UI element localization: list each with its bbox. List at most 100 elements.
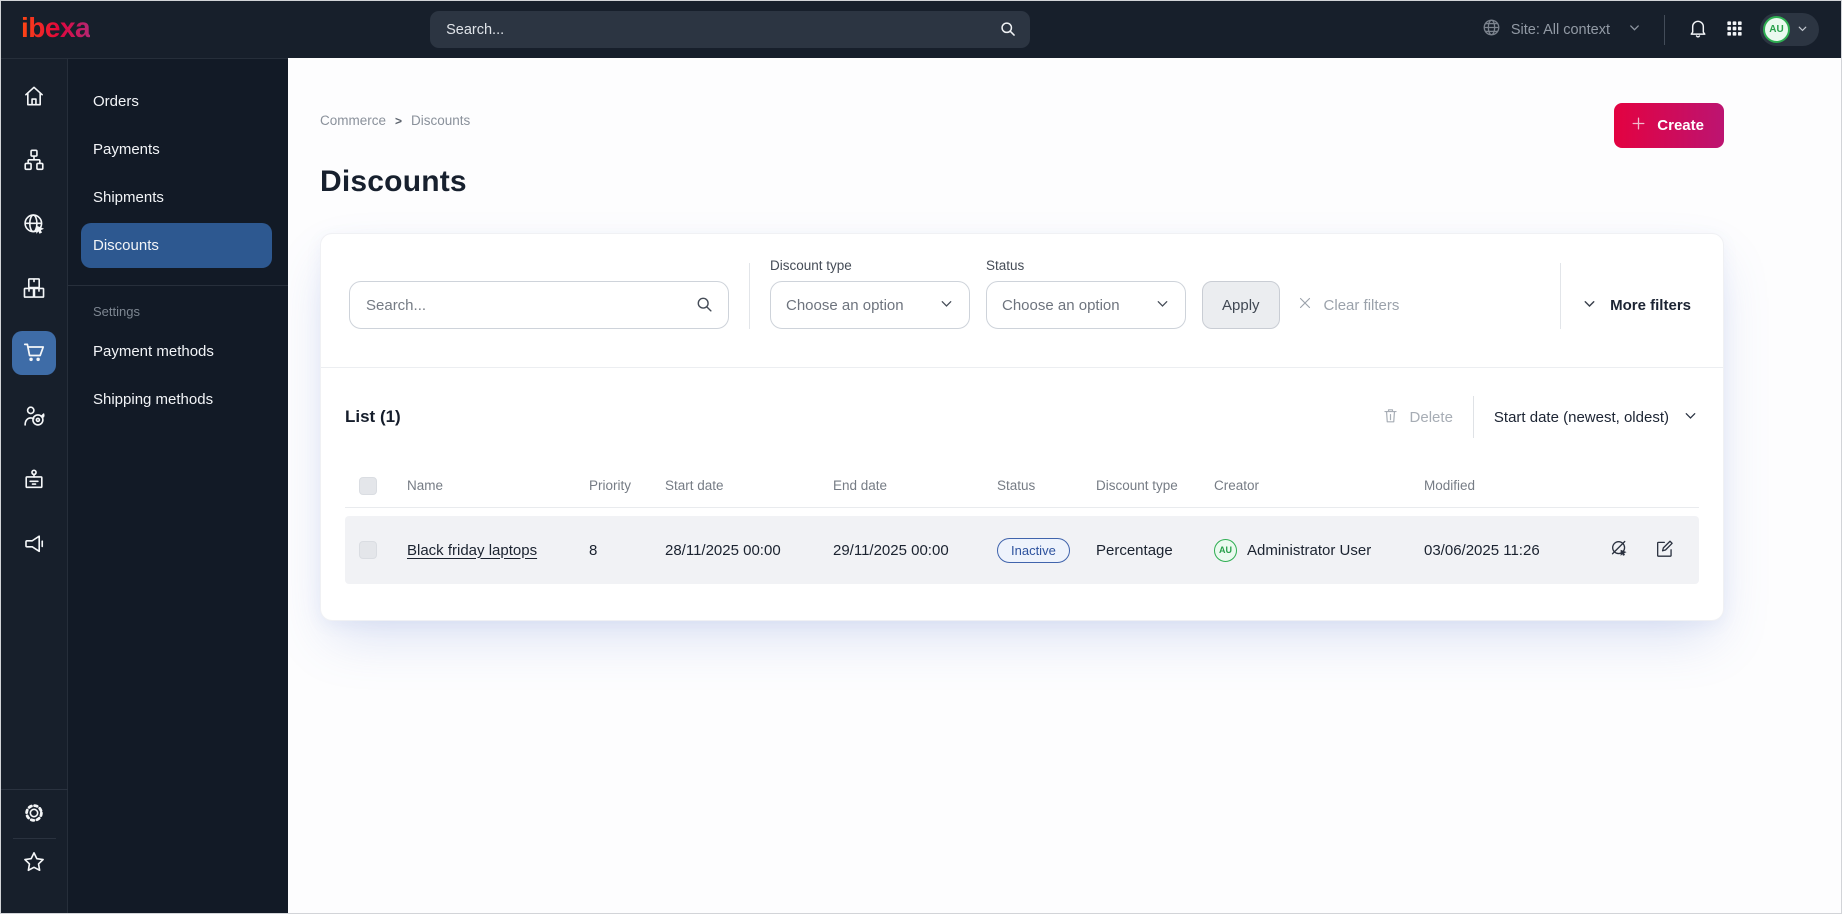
sidebar-item-payment-methods[interactable]: Payment methods xyxy=(81,329,272,374)
main-content: Commerce > Discounts Create Discounts Se… xyxy=(288,58,1841,913)
more-filters-button[interactable]: More filters xyxy=(1581,281,1695,329)
notifications-button[interactable] xyxy=(1687,17,1709,42)
status-value: Choose an option xyxy=(1002,296,1120,314)
row-checkbox[interactable] xyxy=(359,541,377,559)
list-title: List (1) xyxy=(345,407,401,426)
select-all-checkbox[interactable] xyxy=(359,476,377,495)
site-context-selector[interactable]: Site: All context xyxy=(1481,17,1642,42)
nav-marketing[interactable] xyxy=(12,523,56,567)
list-controls-divider xyxy=(1472,396,1474,438)
creator-avatar: AU xyxy=(1214,538,1237,562)
clear-filters-label: Clear filters xyxy=(1323,296,1400,314)
nav-site[interactable] xyxy=(12,203,56,247)
user-avatar: AU xyxy=(1763,16,1790,43)
menu-section-label: Settings xyxy=(93,304,140,319)
chevron-down-icon xyxy=(1581,295,1598,316)
app-switcher-button[interactable] xyxy=(1725,19,1744,41)
globe-icon xyxy=(1481,17,1502,42)
bell-icon xyxy=(1687,17,1709,42)
start-date-cell: 28/11/2025 00:00 xyxy=(665,541,781,559)
create-button[interactable]: Create xyxy=(1614,103,1724,148)
sidebar-item-payments[interactable]: Payments xyxy=(81,127,272,172)
priority-cell: 8 xyxy=(589,541,598,559)
clear-filters-button[interactable]: Clear filters xyxy=(1296,281,1400,329)
list-section: List (1) Delete Start date (newest, olde… xyxy=(321,368,1723,620)
sidebar-item-label: Payment methods xyxy=(93,343,214,360)
sidebar-item-label: Shipping methods xyxy=(93,391,214,408)
global-search xyxy=(430,11,1031,48)
user-menu-button[interactable]: AU xyxy=(1760,13,1819,46)
column-header-status: Status xyxy=(997,478,1036,493)
column-header-modified: Modified xyxy=(1424,478,1476,493)
creator-name: Administrator User xyxy=(1247,541,1372,559)
nav-content-tree[interactable] xyxy=(12,139,56,183)
chevron-down-icon xyxy=(1796,22,1809,38)
plus-icon xyxy=(1630,115,1647,136)
sidebar-item-shipping-methods[interactable]: Shipping methods xyxy=(81,377,272,422)
nav-products[interactable] xyxy=(12,267,56,311)
sidebar-item-label: Payments xyxy=(93,141,160,158)
status-select[interactable]: Choose an option xyxy=(986,281,1186,329)
status-label: Status xyxy=(986,258,1025,273)
grid-icon xyxy=(1725,19,1744,41)
discount-name-link[interactable]: Black friday laptops xyxy=(407,542,537,559)
filter-search xyxy=(349,281,729,329)
ibexa-logo: ibexa xyxy=(21,13,91,46)
creator-cell: AU Administrator User xyxy=(1214,538,1424,562)
global-search-input[interactable] xyxy=(430,11,1031,48)
column-header-end-date: End date xyxy=(833,478,888,493)
sort-label: Start date (newest, oldest) xyxy=(1493,408,1669,426)
breadcrumb-discounts: Discounts xyxy=(411,113,471,128)
breadcrumb-commerce[interactable]: Commerce xyxy=(320,113,386,128)
page-title: Discounts xyxy=(320,165,467,198)
edit-icon xyxy=(1654,538,1675,562)
delete-button[interactable]: Delete xyxy=(1381,406,1453,429)
cart-icon xyxy=(21,339,47,368)
id-badge-icon xyxy=(21,467,47,496)
filter-bar: Discount type Choose an option Status Ch… xyxy=(321,234,1723,367)
end-date-cell: 29/11/2025 00:00 xyxy=(833,541,949,559)
discount-type-label: Discount type xyxy=(770,258,852,273)
more-filters-label: More filters xyxy=(1610,296,1691,314)
chevron-down-icon xyxy=(1154,295,1171,316)
apply-button[interactable]: Apply xyxy=(1202,281,1280,329)
nav-corporate[interactable] xyxy=(12,459,56,503)
gear-icon xyxy=(21,800,47,829)
edit-button[interactable] xyxy=(1654,538,1675,562)
site-context-label: Site: All context xyxy=(1510,21,1610,38)
discount-type-select[interactable]: Choose an option xyxy=(770,281,970,329)
chevron-down-icon xyxy=(1627,20,1642,39)
column-header-priority: Priority xyxy=(589,478,632,493)
nav-commerce[interactable] xyxy=(12,331,56,375)
close-icon xyxy=(1296,294,1314,316)
table-row: Black friday laptops 8 28/11/2025 00:00 … xyxy=(345,516,1699,584)
globe-slash-cursor-icon xyxy=(1609,538,1630,562)
column-header-creator: Creator xyxy=(1214,478,1260,493)
filter-search-input[interactable] xyxy=(349,281,729,329)
nav-admin-settings[interactable] xyxy=(12,792,56,836)
nav-customers[interactable] xyxy=(12,395,56,439)
nav-dashboard[interactable] xyxy=(12,75,56,119)
rail-divider xyxy=(12,838,56,839)
boxes-icon xyxy=(21,275,47,304)
deactivate-preview-button[interactable] xyxy=(1609,538,1630,562)
nav-bookmarks[interactable] xyxy=(12,841,56,885)
breadcrumb-separator: > xyxy=(395,113,403,128)
sidebar-item-label: Orders xyxy=(93,93,139,110)
star-icon xyxy=(21,849,47,878)
sort-selector[interactable]: Start date (newest, oldest) xyxy=(1494,407,1699,428)
sidebar-item-orders[interactable]: Orders xyxy=(81,79,272,124)
megaphone-icon xyxy=(21,531,47,560)
rail-divider xyxy=(1,789,68,790)
column-header-discount-type: Discount type xyxy=(1096,478,1178,493)
row-actions xyxy=(1609,538,1699,562)
discount-type-cell: Percentage xyxy=(1096,541,1173,559)
sitemap-icon xyxy=(21,147,47,176)
sidebar-item-shipments[interactable]: Shipments xyxy=(81,175,272,220)
sidebar-item-discounts[interactable]: Discounts xyxy=(81,223,272,268)
table-header: Name Priority Start date End date Status… xyxy=(345,464,1699,508)
search-icon xyxy=(998,19,1018,44)
create-button-label: Create xyxy=(1657,117,1704,134)
home-icon xyxy=(21,83,47,112)
modified-cell: 03/06/2025 11:26 xyxy=(1424,541,1540,559)
